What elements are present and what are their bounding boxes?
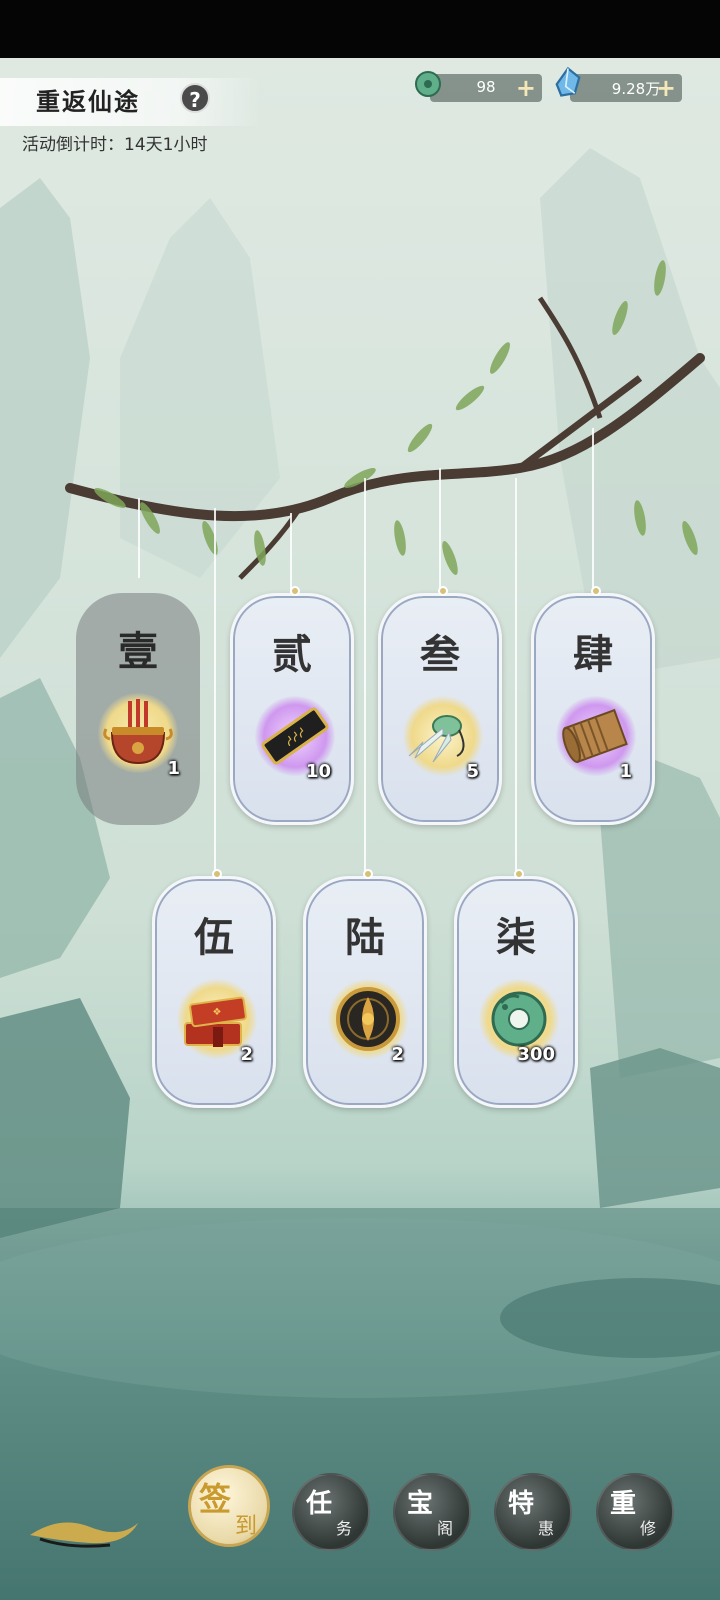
item-count: 10 xyxy=(305,761,331,782)
tag-hook xyxy=(363,869,373,879)
tag-hook xyxy=(514,869,524,879)
nav-label-sub: 修 xyxy=(640,1519,657,1538)
nav-label-sub: 到 xyxy=(235,1514,258,1539)
nav-label-main: 签 xyxy=(199,1480,232,1518)
tag-hook xyxy=(591,586,601,596)
page-title: 重返仙途 xyxy=(36,87,140,116)
help-button[interactable]: ? xyxy=(180,83,210,113)
nav-special-offers[interactable]: 特 惠 xyxy=(494,1473,572,1551)
spirit-crystal-icon xyxy=(555,66,581,97)
item-count: 1 xyxy=(167,758,180,779)
golden-dragon-icon xyxy=(30,1522,138,1548)
tag-hook xyxy=(290,586,300,596)
resource-spirit-crystal: 9.28万 + xyxy=(570,74,682,102)
event-scene: 重返仙途 ? 活动倒计时：14天1小时 98 + 9.28万 + 壹 1 贰 ᓱ… xyxy=(0,58,720,1600)
reward-tag-2[interactable]: 贰 ᓱᓱᓱ 10 xyxy=(230,586,354,825)
item-count: 1 xyxy=(619,761,632,782)
incense-burner-icon xyxy=(103,699,173,765)
svg-text:❖: ❖ xyxy=(213,1007,222,1018)
nav-label-sub: 惠 xyxy=(538,1519,555,1538)
tag-day-label: 壹 xyxy=(118,628,158,675)
tag-day-label: 贰 xyxy=(272,631,312,678)
hanging-string xyxy=(214,508,216,878)
jade-ring-icon xyxy=(415,71,441,97)
nav-label-main: 重 xyxy=(610,1489,637,1519)
reward-tag-1[interactable]: 壹 1 xyxy=(76,593,200,825)
reward-tag-5[interactable]: 伍 ❖ 2 xyxy=(152,869,276,1108)
hanging-string xyxy=(364,478,366,878)
tag-hook xyxy=(212,869,222,879)
hanging-string xyxy=(290,513,292,593)
hanging-string xyxy=(515,478,517,878)
tag-hook xyxy=(438,586,448,596)
event-countdown: 活动倒计时：14天1小时 xyxy=(22,135,208,155)
status-bar xyxy=(0,0,720,58)
reward-tag-4[interactable]: 肆 1 xyxy=(531,586,655,825)
hanging-string xyxy=(439,468,441,593)
nav-label-main: 特 xyxy=(508,1489,535,1519)
nav-label-main: 宝 xyxy=(407,1489,434,1519)
reward-tag-6[interactable]: 陆 2 xyxy=(303,869,427,1108)
tag-day-label: 肆 xyxy=(573,631,613,678)
tag-day-label: 陆 xyxy=(345,914,385,961)
add-jade-ring-button[interactable]: + xyxy=(516,74,536,102)
nav-label-sub: 阁 xyxy=(437,1519,454,1538)
nav-label-sub: 务 xyxy=(336,1519,353,1538)
bottom-nav: 签 到 任 务 宝 阁 特 惠 重 修 xyxy=(0,1455,720,1600)
nav-tasks[interactable]: 任 务 xyxy=(292,1473,370,1551)
tag-day-label: 伍 xyxy=(194,914,234,961)
hanging-string xyxy=(138,498,140,578)
item-count: 5 xyxy=(466,761,479,782)
nav-treasure-pavilion[interactable]: 宝 阁 xyxy=(393,1473,471,1551)
tag-day-label: 柒 xyxy=(496,914,536,961)
nav-sign-in[interactable]: 签 到 xyxy=(188,1465,270,1547)
hanging-string xyxy=(592,428,594,593)
item-count: 2 xyxy=(391,1044,404,1065)
reward-tag-7[interactable]: 柒 300 xyxy=(454,869,578,1108)
item-count: 300 xyxy=(517,1044,555,1065)
landscape-background xyxy=(0,148,720,1600)
add-spirit-crystal-button[interactable]: + xyxy=(656,74,676,102)
reward-tag-3[interactable]: 叁 5 xyxy=(378,586,502,825)
nav-recultivate[interactable]: 重 修 xyxy=(596,1473,674,1551)
nav-label-main: 任 xyxy=(306,1489,333,1519)
item-count: 2 xyxy=(240,1044,253,1065)
resource-jade-ring: 98 + xyxy=(430,74,542,102)
tag-day-label: 叁 xyxy=(420,631,460,678)
